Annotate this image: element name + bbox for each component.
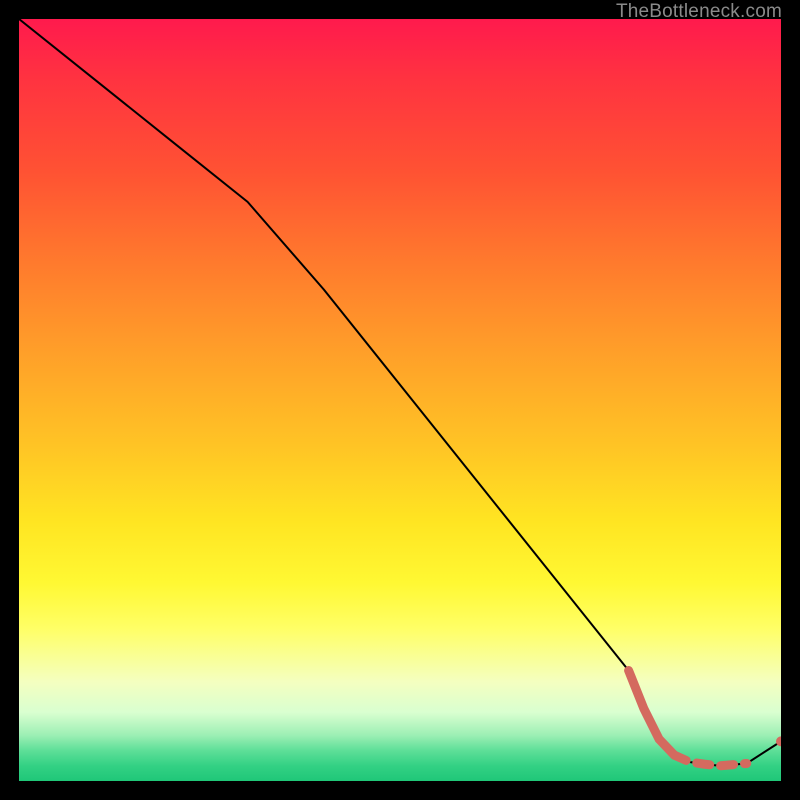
- chart-background-gradient: [19, 19, 781, 781]
- watermark-text: TheBottleneck.com: [616, 1, 782, 23]
- chart-stage: TheBottleneck.com: [0, 0, 800, 800]
